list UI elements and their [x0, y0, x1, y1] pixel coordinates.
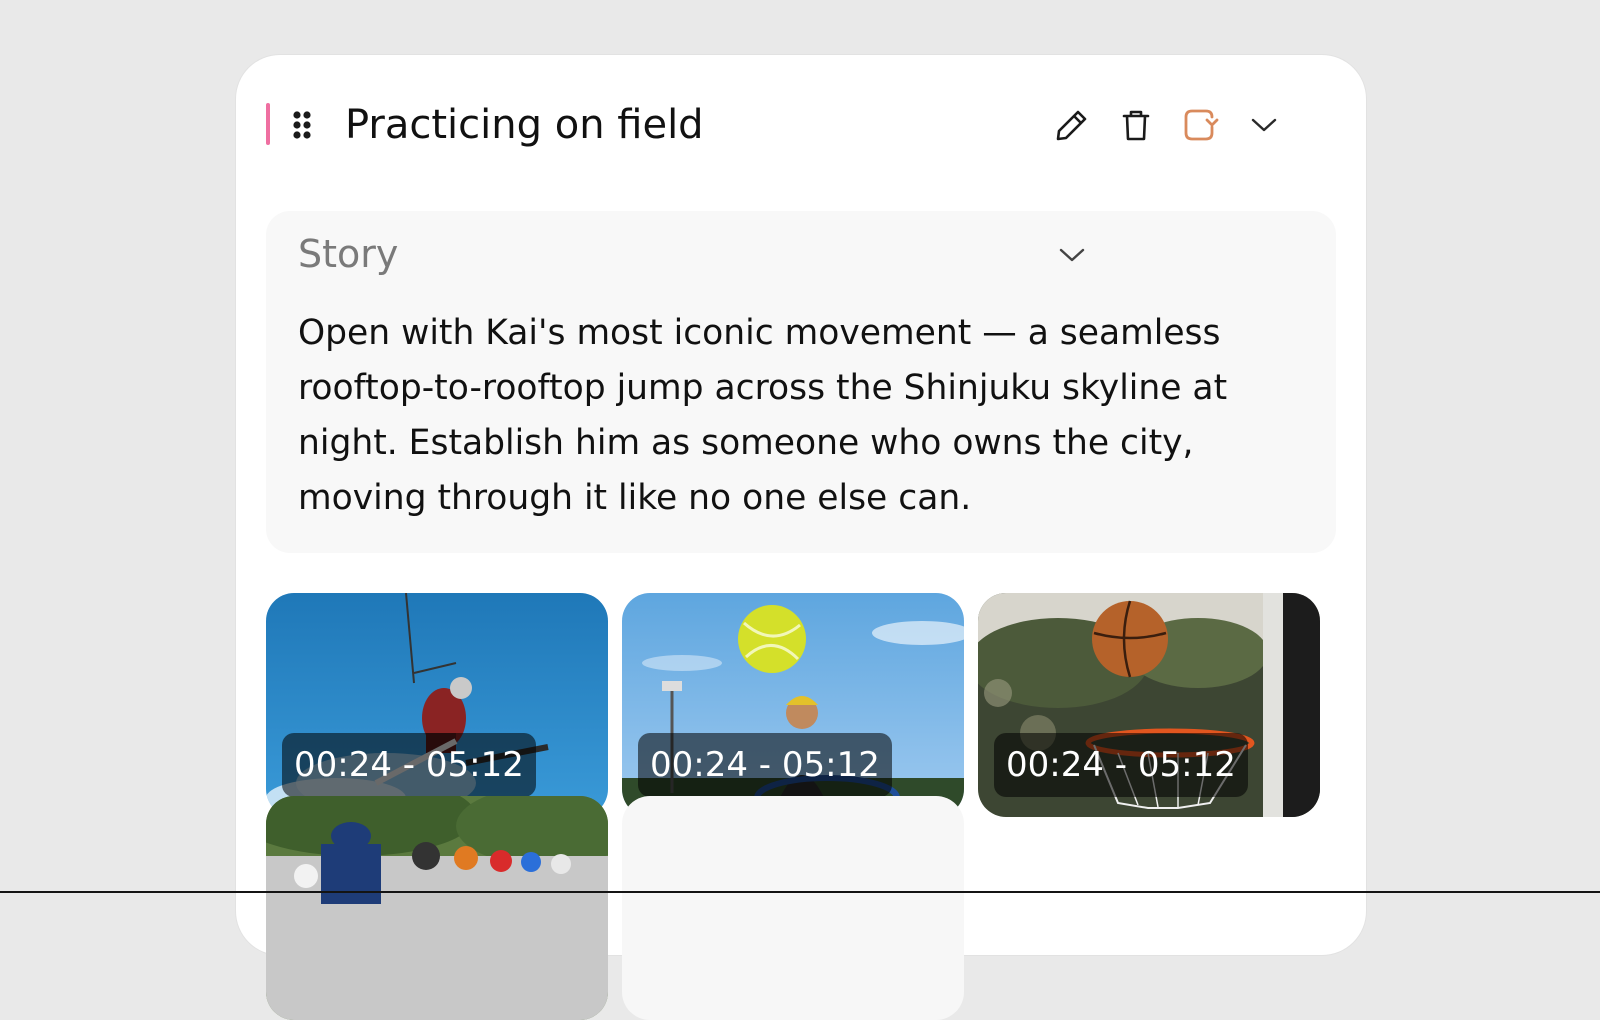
clip-thumbnail-tennis[interactable]: 00:24 - 05:12: [622, 593, 964, 817]
clip-time-range: 00:24 - 05:12: [638, 733, 892, 797]
chevron-down-icon: [1059, 248, 1085, 262]
collapse-button[interactable]: [1244, 105, 1284, 145]
cycling-image: [266, 796, 608, 1020]
edit-button[interactable]: [1052, 105, 1092, 145]
story-panel: Story Open with Kai's most iconic moveme…: [266, 211, 1336, 553]
clip-time-range: 00:24 - 05:12: [282, 733, 536, 797]
refresh-icon: [1184, 109, 1219, 141]
story-expand-button[interactable]: [1052, 235, 1092, 275]
clip-thumbnail-cycling[interactable]: [266, 796, 608, 1020]
clip-time-range: 00:24 - 05:12: [994, 733, 1248, 797]
story-text: Open with Kai's most iconic movement — a…: [298, 313, 1228, 518]
pencil-icon: [1056, 110, 1087, 141]
clip-thumbnail-skier[interactable]: 00:24 - 05:12: [266, 593, 608, 817]
accent-bar: [266, 103, 270, 145]
drag-handle-icon[interactable]: [291, 111, 315, 141]
scene-card: Practicing on field Story Open with Kai'…: [236, 55, 1366, 1020]
story-label: Story: [298, 232, 399, 276]
clip-thumbnail-basketball[interactable]: 00:24 - 05:12: [978, 593, 1320, 817]
section-title: Practicing on field: [345, 102, 704, 148]
chevron-down-icon: [1251, 118, 1277, 132]
trash-icon: [1122, 110, 1150, 141]
clip-placeholder[interactable]: [622, 796, 964, 1020]
delete-button[interactable]: [1116, 105, 1156, 145]
regenerate-button[interactable]: [1180, 105, 1220, 145]
